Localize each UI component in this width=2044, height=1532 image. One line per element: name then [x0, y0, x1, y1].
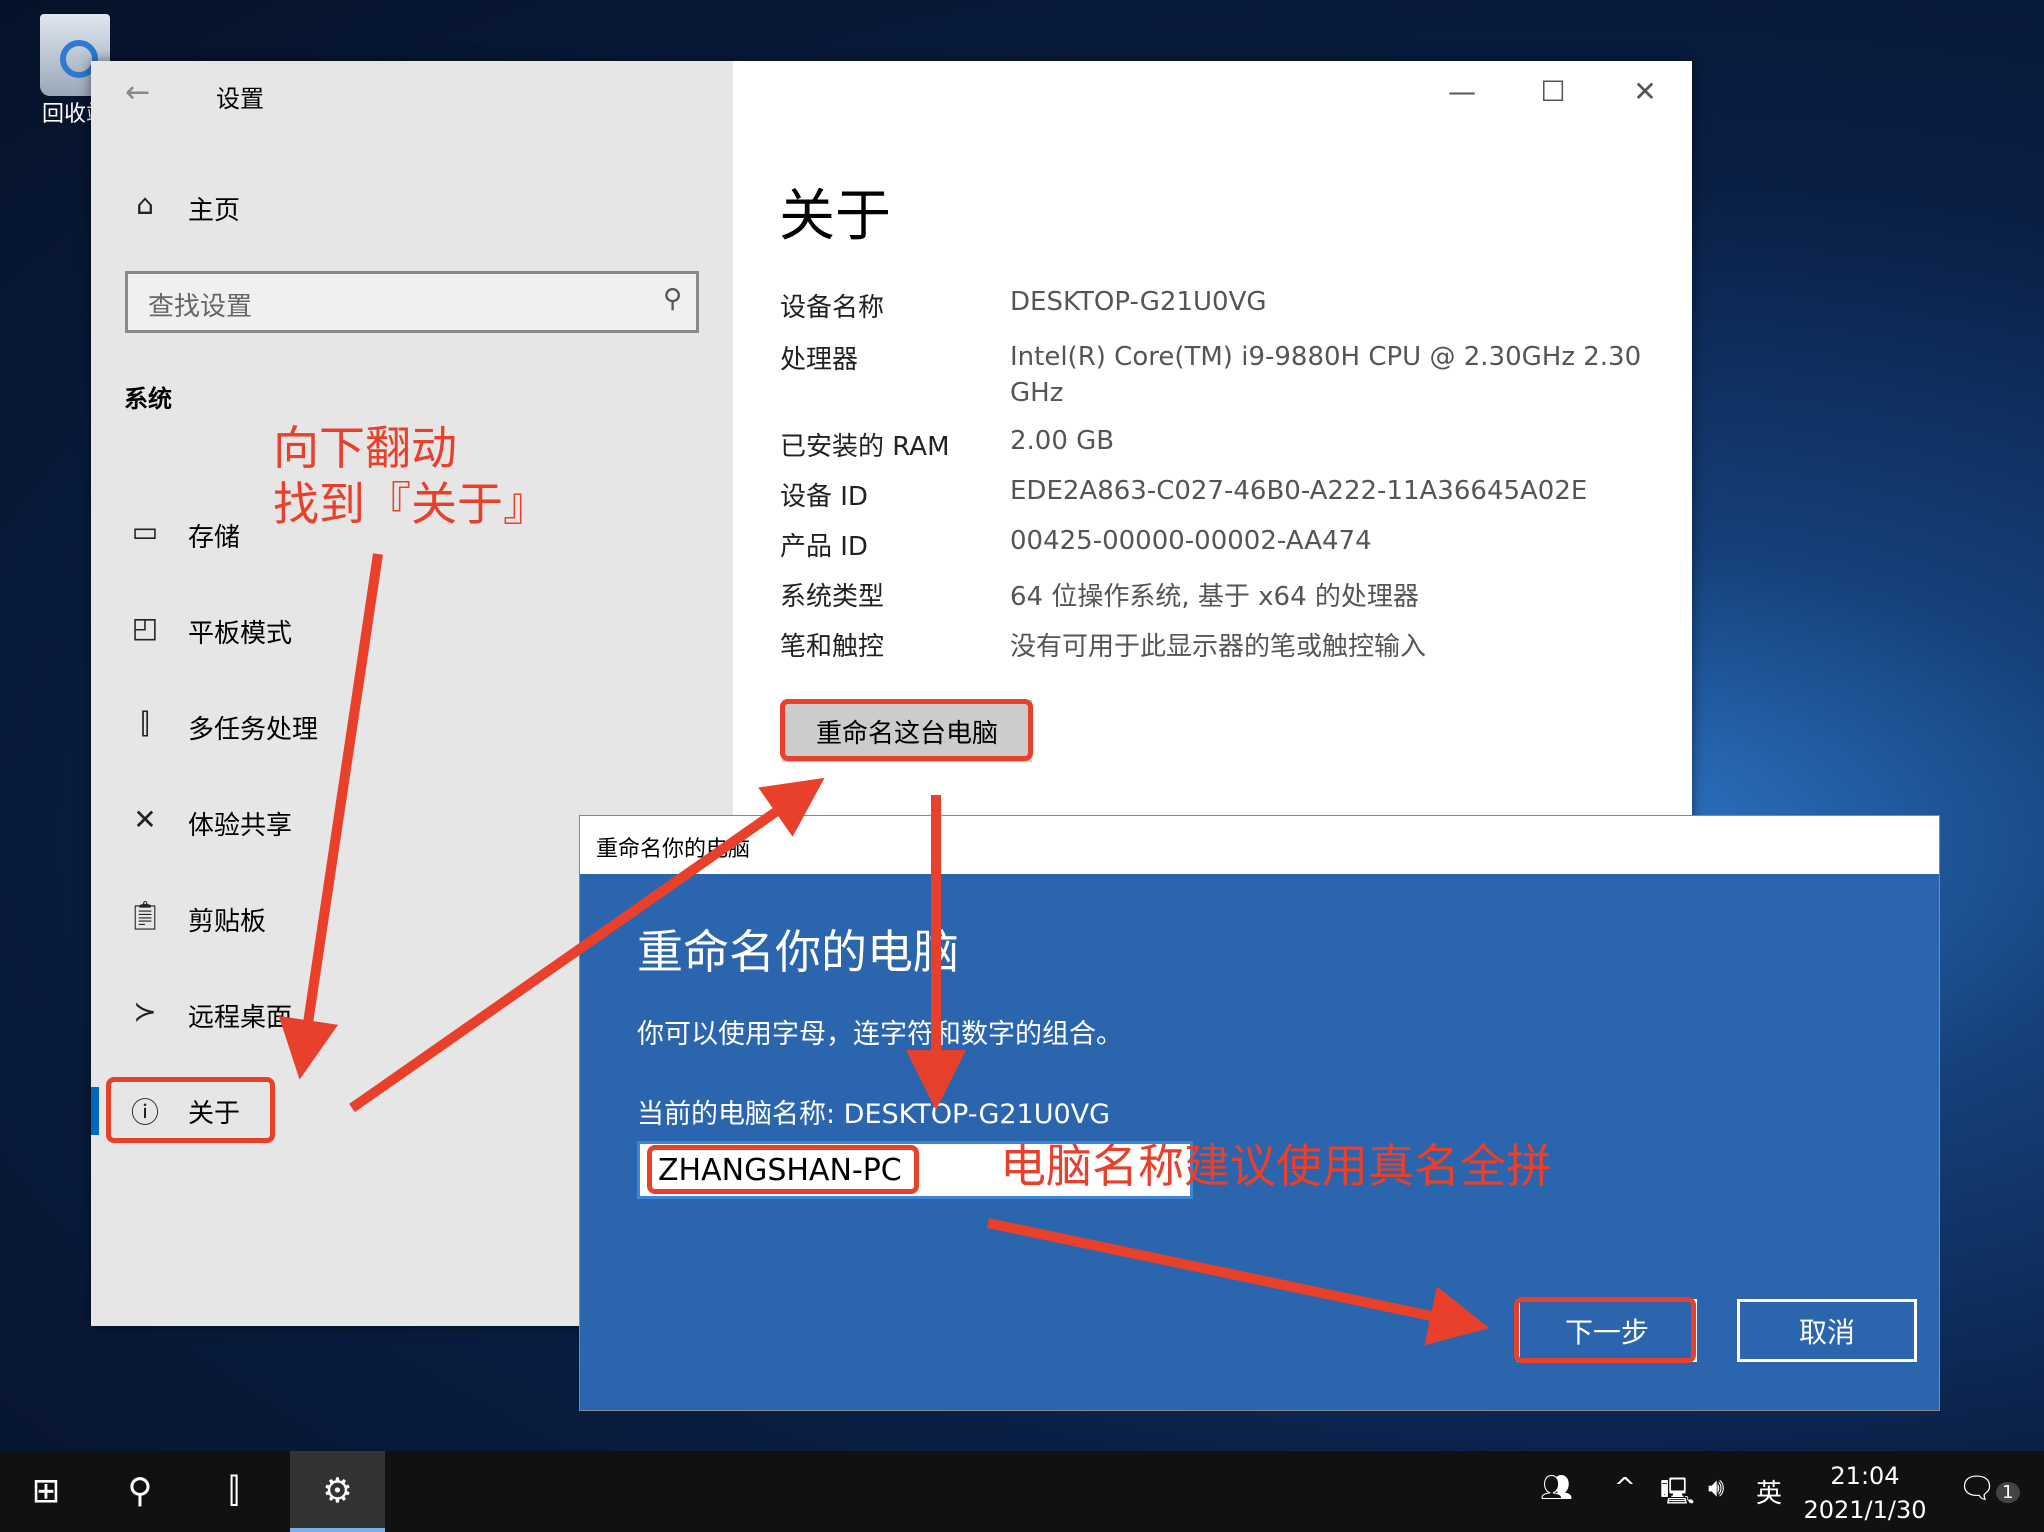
- arrow: [986, 1218, 1490, 1346]
- annotation-arrows: [278, 553, 1490, 1346]
- arrow: [349, 777, 825, 1113]
- arrow: [278, 553, 383, 1080]
